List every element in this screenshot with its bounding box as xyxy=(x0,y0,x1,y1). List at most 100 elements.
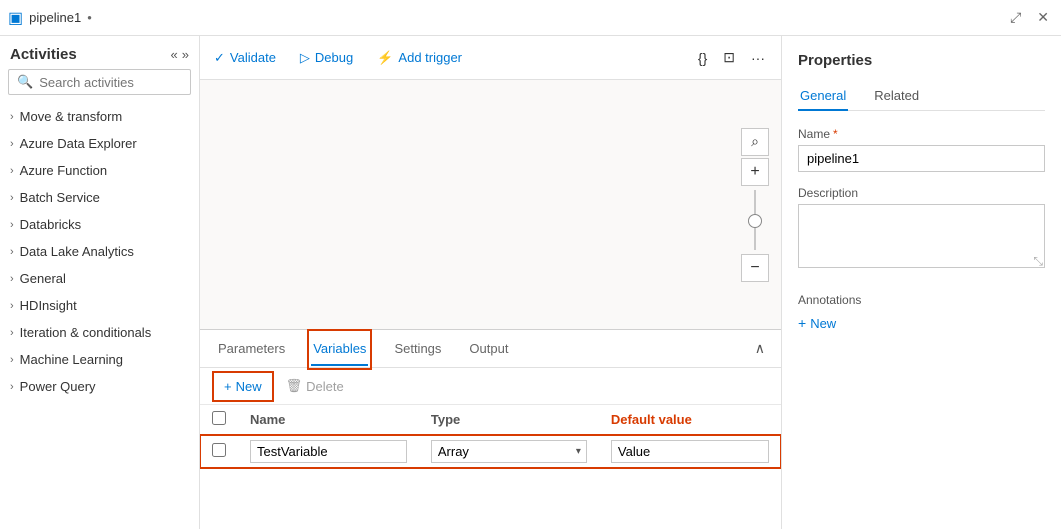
trigger-icon: ⚡ xyxy=(377,50,393,66)
sidebar-item-general[interactable]: › General xyxy=(0,265,199,292)
chevron-icon: › xyxy=(10,111,14,123)
top-bar: ▣ pipeline1 ● ⤢ ✕ xyxy=(0,0,1061,36)
search-activities-input[interactable] xyxy=(39,75,200,90)
tab-settings-label: Settings xyxy=(394,341,441,356)
new-variable-button[interactable]: + New xyxy=(216,375,270,398)
search-magnify-icon: 🔍 xyxy=(17,74,33,90)
sidebar-item-label: Power Query xyxy=(20,379,96,394)
sidebar-item-machine-learning[interactable]: › Machine Learning xyxy=(0,346,199,373)
debug-button[interactable]: ▷ Debug xyxy=(298,46,355,70)
variables-toolbar: + New 🗑 Delete xyxy=(200,368,781,405)
more-button[interactable]: ··· xyxy=(747,46,769,70)
row-select-checkbox[interactable] xyxy=(212,443,226,457)
content-area: ✓ Validate ▷ Debug ⚡ Add trigger {} ⊡ ··… xyxy=(200,36,1061,529)
canvas-zoom-slider-track xyxy=(754,190,756,250)
select-all-checkbox[interactable] xyxy=(212,411,226,425)
add-new-label: New xyxy=(810,316,836,331)
pipeline-title: pipeline1 xyxy=(29,10,81,25)
type-column-header: Type xyxy=(419,405,599,435)
canvas-zoom-out-button[interactable]: − xyxy=(741,254,769,282)
search-box: 🔍 xyxy=(8,69,191,95)
validate-label: Validate xyxy=(230,50,276,65)
sidebar-item-azure-data-explorer[interactable]: › Azure Data Explorer xyxy=(0,130,199,157)
sidebar-item-label: Batch Service xyxy=(20,190,100,205)
chevron-icon: › xyxy=(10,219,14,231)
annotations-label: Annotations xyxy=(798,293,1045,307)
toolbar-right: {} ⊡ ··· xyxy=(694,45,769,70)
props-tab-general[interactable]: General xyxy=(798,82,848,111)
canvas-main[interactable]: ⌕ + − xyxy=(200,80,781,329)
top-bar-right: ⤢ ✕ xyxy=(1006,5,1053,30)
sidebar: Activities « » 🔍 › Move & transform › Az… xyxy=(0,36,200,529)
description-textarea-wrap: ⤡ xyxy=(798,204,1045,271)
sidebar-item-move-transform[interactable]: › Move & transform xyxy=(0,103,199,130)
sidebar-item-hdinsight[interactable]: › HDInsight xyxy=(0,292,199,319)
panel-collapse-btn[interactable]: ∧ xyxy=(755,340,765,357)
chevron-icon: › xyxy=(10,327,14,339)
chevron-icon: › xyxy=(10,300,14,312)
tab-variables[interactable]: Variables xyxy=(311,333,368,366)
variable-default-input[interactable] xyxy=(611,440,769,463)
row-checkbox-cell xyxy=(200,435,238,469)
validate-button[interactable]: ✓ Validate xyxy=(212,46,278,70)
main-layout: Activities « » 🔍 › Move & transform › Az… xyxy=(0,36,1061,529)
name-label: Name * xyxy=(798,127,1045,141)
restore-button[interactable]: ⤢ xyxy=(1006,5,1025,30)
delete-variable-button[interactable]: 🗑 Delete xyxy=(278,374,352,398)
sidebar-item-label: Databricks xyxy=(20,217,81,232)
variable-name-input[interactable] xyxy=(250,440,407,463)
tab-output-label: Output xyxy=(469,341,508,356)
bottom-panel: Parameters Variables Settings Output ∧ xyxy=(200,329,781,529)
sidebar-item-batch-service[interactable]: › Batch Service xyxy=(0,184,199,211)
debug-icon: ▷ xyxy=(300,50,310,66)
add-annotation-button[interactable]: + New xyxy=(798,315,836,331)
canvas-column: ✓ Validate ▷ Debug ⚡ Add trigger {} ⊡ ··… xyxy=(200,36,781,529)
tab-variables-label: Variables xyxy=(313,341,366,356)
canvas-zoom-in-button[interactable]: + xyxy=(741,158,769,186)
toolbar: ✓ Validate ▷ Debug ⚡ Add trigger {} ⊡ ··… xyxy=(200,36,781,80)
validate-icon: ✓ xyxy=(214,50,225,66)
canvas-zoom-slider-thumb[interactable] xyxy=(748,214,762,228)
sidebar-item-label: Machine Learning xyxy=(20,352,123,367)
required-indicator: * xyxy=(833,127,838,141)
name-field: Name * xyxy=(798,127,1045,172)
close-button[interactable]: ✕ xyxy=(1033,5,1053,30)
sidebar-item-iteration-conditionals[interactable]: › Iteration & conditionals xyxy=(0,319,199,346)
template-button[interactable]: ⊡ xyxy=(719,45,739,70)
add-icon: + xyxy=(798,315,806,331)
sidebar-item-databricks[interactable]: › Databricks xyxy=(0,211,199,238)
props-tab-related[interactable]: Related xyxy=(872,82,921,111)
code-button[interactable]: {} xyxy=(694,46,711,70)
top-bar-left: ▣ pipeline1 ● xyxy=(8,8,1002,28)
chevron-icon: › xyxy=(10,138,14,150)
sidebar-item-label: Move & transform xyxy=(20,109,123,124)
sidebar-item-power-query[interactable]: › Power Query xyxy=(0,373,199,400)
tab-settings[interactable]: Settings xyxy=(392,333,443,366)
tab-parameters[interactable]: Parameters xyxy=(216,333,287,366)
sidebar-item-data-lake-analytics[interactable]: › Data Lake Analytics xyxy=(0,238,199,265)
variable-type-select-wrap: Array String Boolean ▾ xyxy=(431,440,587,463)
sidebar-item-azure-function[interactable]: › Azure Function xyxy=(0,157,199,184)
canvas-search-button[interactable]: ⌕ xyxy=(741,128,769,156)
description-textarea[interactable] xyxy=(798,204,1045,268)
sidebar-expand-icon[interactable]: » xyxy=(182,47,189,62)
sidebar-collapse-icon[interactable]: « xyxy=(171,47,178,62)
variables-content: Name Type Default value xyxy=(200,405,781,529)
properties-panel: Properties General Related Name * Descri… xyxy=(781,36,1061,529)
default-value-column-header: Default value xyxy=(599,405,781,435)
tab-output[interactable]: Output xyxy=(467,333,510,366)
variable-type-select[interactable]: Array String Boolean xyxy=(431,440,587,463)
sidebar-item-label: Azure Function xyxy=(20,163,107,178)
name-input[interactable] xyxy=(798,145,1045,172)
chevron-icon: › xyxy=(10,273,14,285)
trigger-label: Add trigger xyxy=(398,50,462,65)
properties-title: Properties xyxy=(798,52,1045,69)
canvas-controls: ⌕ + − xyxy=(741,128,769,282)
plus-icon: + xyxy=(224,379,232,394)
debug-label: Debug xyxy=(315,50,353,65)
add-trigger-button[interactable]: ⚡ Add trigger xyxy=(375,46,464,70)
chevron-icon: › xyxy=(10,381,14,393)
bottom-tabs: Parameters Variables Settings Output ∧ xyxy=(200,330,781,368)
sidebar-item-label: HDInsight xyxy=(20,298,77,313)
description-field: Description ⤡ xyxy=(798,186,1045,271)
